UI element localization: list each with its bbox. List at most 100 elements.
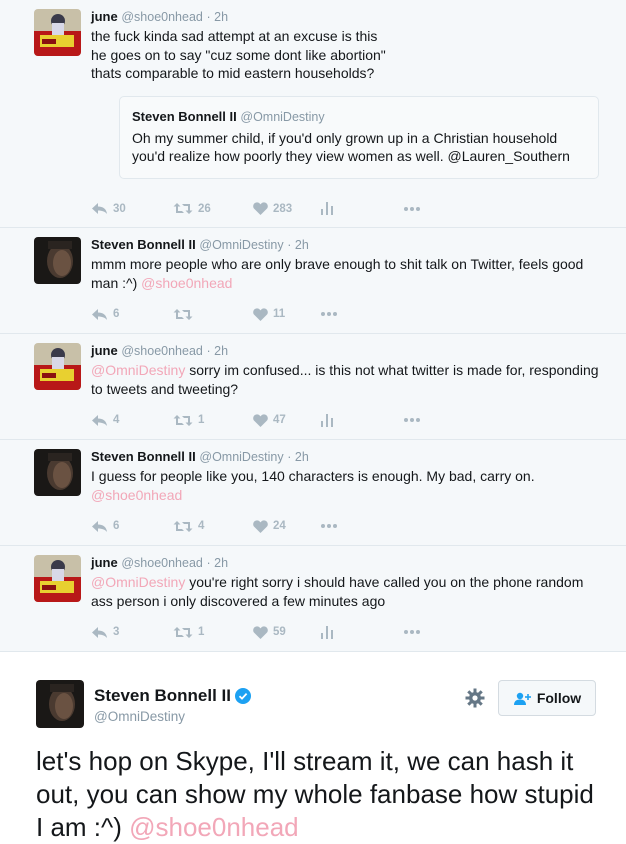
like-button[interactable]: 24 [253, 519, 321, 533]
timestamp[interactable]: · 2h [207, 344, 229, 358]
retweet-icon [173, 308, 193, 320]
tweet-actions: 4 1 47 [91, 404, 606, 436]
like-count: 59 [273, 626, 286, 638]
avatar[interactable] [36, 680, 84, 728]
retweet-count: 26 [198, 202, 211, 215]
mention-link[interactable]: @OmniDestiny [91, 362, 185, 378]
main-display-name[interactable]: Steven Bonnell II [94, 686, 251, 706]
tweet-header: june @shoe0nhead · 2h [91, 555, 606, 571]
more-button[interactable] [321, 312, 337, 316]
avatar[interactable] [34, 555, 81, 602]
like-count: 11 [273, 308, 286, 320]
like-count: 283 [273, 202, 293, 215]
tweet-text: @OmniDestiny sorry im confused... is thi… [91, 361, 606, 398]
more-icon [404, 418, 420, 422]
retweet-button[interactable]: 1 [173, 626, 253, 639]
more-icon [404, 630, 420, 634]
tweet-text-line: thats comparable to mid eastern househol… [91, 65, 375, 81]
more-button[interactable] [404, 630, 420, 634]
analytics-button[interactable] [321, 202, 404, 215]
analytics-icon [321, 625, 333, 639]
tweet[interactable]: june @shoe0nhead · 2h @OmniDestiny sorry… [0, 334, 626, 440]
analytics-button[interactable] [321, 413, 404, 427]
username[interactable]: @shoe0nhead [121, 556, 203, 570]
timestamp[interactable]: · 2h [207, 10, 229, 24]
username[interactable]: @shoe0nhead [121, 344, 203, 358]
gear-icon[interactable] [465, 688, 485, 708]
more-button[interactable] [404, 418, 420, 422]
avatar[interactable] [34, 343, 81, 390]
username[interactable]: @OmniDestiny [199, 450, 283, 464]
like-button[interactable]: 47 [253, 413, 321, 427]
retweet-count: 1 [198, 414, 205, 426]
mention-link[interactable]: @shoe0nhead [141, 275, 232, 291]
tweet-text: mmm more people who are only brave enoug… [91, 255, 606, 292]
heart-icon [253, 413, 268, 427]
tweet-actions: 6 4 24 [91, 510, 606, 542]
quoted-tweet[interactable]: Steven Bonnell II @OmniDestiny Oh my sum… [119, 95, 599, 179]
verified-icon [234, 688, 251, 704]
retweet-button[interactable] [173, 308, 253, 321]
more-button[interactable] [404, 206, 420, 211]
mention-link[interactable]: @shoe0nhead [129, 812, 299, 842]
reply-count: 30 [113, 202, 126, 215]
analytics-icon [321, 202, 333, 215]
tweet-text-line: he goes on to say "cuz some dont like ab… [91, 46, 386, 63]
like-button[interactable]: 11 [253, 307, 321, 321]
reply-button[interactable]: 6 [91, 308, 173, 321]
avatar[interactable] [34, 9, 81, 56]
display-name[interactable]: Steven Bonnell II [91, 449, 196, 464]
display-name[interactable]: Steven Bonnell II [91, 237, 196, 252]
display-name[interactable]: june [91, 343, 118, 358]
quoted-display-name: Steven Bonnell II [132, 108, 237, 124]
mention-link[interactable]: @shoe0nhead [91, 486, 606, 505]
reply-button[interactable]: 6 [91, 520, 173, 533]
main-username[interactable]: @OmniDestiny [94, 709, 185, 724]
tweet-actions: 3 1 59 [91, 616, 606, 648]
main-tweet-body: let's hop on Skype, I'll stream it, we c… [36, 746, 594, 842]
like-button[interactable]: 59 [253, 625, 321, 639]
reply-button[interactable]: 3 [91, 626, 173, 639]
reply-icon [92, 414, 107, 426]
retweet-button[interactable]: 4 [173, 520, 253, 533]
display-name[interactable]: june [91, 9, 118, 24]
tweet[interactable]: june @shoe0nhead · 2h @OmniDestiny you'r… [0, 546, 626, 652]
tweet-actions: 6 11 [91, 298, 606, 330]
display-name[interactable]: june [91, 555, 118, 570]
reply-button[interactable]: 30 [91, 202, 173, 215]
retweet-button[interactable]: 26 [173, 202, 253, 215]
reply-count: 6 [113, 308, 120, 320]
tweet-text: the fuck kinda sad attempt at an excuse … [91, 27, 606, 83]
retweet-icon [173, 203, 193, 214]
add-user-icon [513, 692, 531, 705]
tweet-header: Steven Bonnell II @OmniDestiny · 2h [91, 237, 606, 253]
main-display-name-text: Steven Bonnell II [94, 686, 231, 705]
timestamp[interactable]: · 2h [207, 556, 229, 570]
reply-button[interactable]: 4 [91, 414, 173, 427]
tweet[interactable]: Steven Bonnell II @OmniDestiny · 2h I gu… [0, 440, 626, 546]
retweet-button[interactable]: 1 [173, 414, 253, 427]
avatar[interactable] [34, 237, 81, 284]
tweet[interactable]: june @shoe0nhead · 2h the fuck kinda sad… [0, 0, 626, 228]
more-button[interactable] [321, 524, 337, 528]
analytics-button[interactable] [321, 625, 404, 639]
reply-icon [92, 308, 107, 320]
username[interactable]: @shoe0nhead [121, 10, 203, 24]
like-button[interactable]: 283 [253, 202, 321, 215]
main-tweet-text: let's hop on Skype, I'll stream it, we c… [36, 745, 606, 844]
username[interactable]: @OmniDestiny [199, 238, 283, 252]
follow-label: Follow [536, 690, 582, 706]
heart-icon [253, 625, 268, 639]
timestamp[interactable]: · 2h [287, 238, 309, 252]
tweet-header: june @shoe0nhead · 2h [91, 343, 606, 359]
heart-icon [253, 202, 268, 215]
tweet[interactable]: Steven Bonnell II @OmniDestiny · 2h mmm … [0, 228, 626, 334]
mention-link[interactable]: @OmniDestiny [91, 574, 185, 590]
avatar[interactable] [34, 449, 81, 496]
tweet-text-line: the fuck kinda sad attempt at an excuse … [91, 28, 378, 44]
heart-icon [253, 519, 268, 533]
retweet-icon [173, 414, 193, 426]
timestamp[interactable]: · 2h [287, 450, 309, 464]
reply-icon [92, 626, 107, 638]
follow-button[interactable]: Follow [498, 680, 596, 716]
